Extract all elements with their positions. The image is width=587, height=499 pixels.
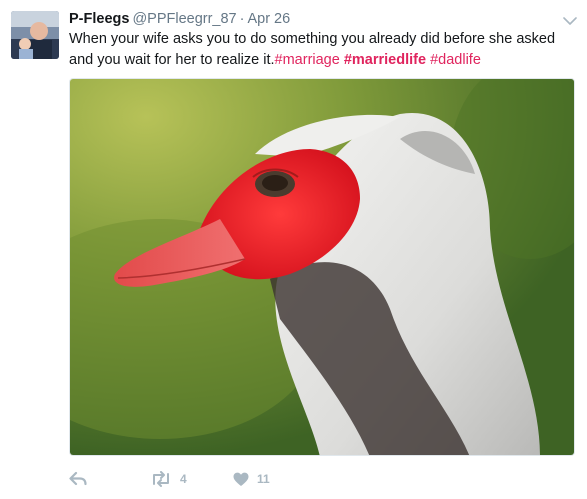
avatar[interactable] xyxy=(11,11,59,59)
hashtag-marriage[interactable]: #marriage xyxy=(275,52,340,68)
like-count: 11 xyxy=(257,472,270,486)
retweet-count: 4 xyxy=(180,472,187,486)
tweet-date[interactable]: Apr 26 xyxy=(247,11,290,27)
hashtag-marriedlife[interactable]: #marriedlife xyxy=(344,52,426,68)
author-name[interactable]: P-Fleegs xyxy=(69,11,129,27)
tweet-actions: 4 11 xyxy=(69,467,469,491)
chevron-down-icon[interactable] xyxy=(563,13,577,25)
heart-icon xyxy=(233,472,249,487)
duck-photo xyxy=(70,79,574,455)
retweet-button[interactable]: 4 xyxy=(150,467,187,491)
author-handle[interactable]: @PPFleegrr_87 xyxy=(132,11,236,27)
header-separator: · xyxy=(239,11,245,27)
retweet-icon xyxy=(150,471,172,487)
tweet-header: P-Fleegs @PPFleegrr_87 · Apr 26 xyxy=(69,9,557,29)
tweet: P-Fleegs @PPFleegrr_87 · Apr 26 When your w… xyxy=(0,0,587,499)
reply-icon xyxy=(69,471,87,487)
tweet-text: When your wife asks you to do something … xyxy=(69,29,581,71)
tweet-photo[interactable] xyxy=(69,78,575,456)
reply-button[interactable] xyxy=(69,467,87,491)
hashtag-dadlife[interactable]: #dadlife xyxy=(430,52,481,68)
like-button[interactable]: 11 xyxy=(233,467,270,491)
